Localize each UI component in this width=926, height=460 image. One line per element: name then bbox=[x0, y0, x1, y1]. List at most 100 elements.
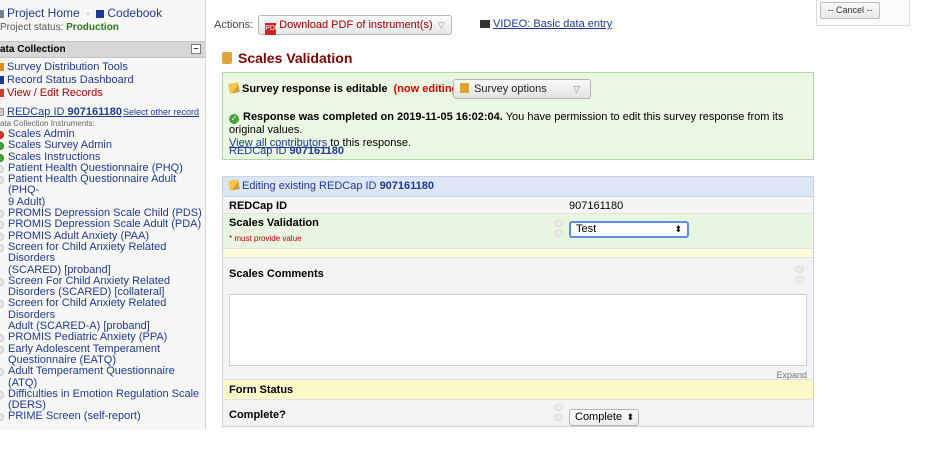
field-comment-icons[interactable] bbox=[554, 220, 564, 240]
instrument-label: Early Adolescent Temperament bbox=[8, 342, 161, 355]
instrument-item[interactable]: Screen for Child Anxiety Related Disorde… bbox=[0, 240, 205, 265]
codebook-link[interactable]: Codebook bbox=[107, 6, 162, 20]
complete-status-select[interactable]: Complete ⬍ bbox=[569, 409, 639, 426]
select-arrow-icon: ⬍ bbox=[626, 412, 634, 422]
video-basic-data-entry-link[interactable]: VIDEO: Basic data entry bbox=[480, 18, 612, 30]
instrument-label: PROMIS Depression Scale Child (PDS) bbox=[8, 207, 202, 220]
record-selector: REDCap ID 907161180 Select other record bbox=[0, 106, 205, 118]
project-status-label: Project status: bbox=[0, 22, 64, 33]
actions-bar: Actions: PDFDownload PDF of instrument(s… bbox=[214, 15, 452, 35]
status-circle-icon[interactable] bbox=[0, 176, 4, 185]
status-circle-icon[interactable] bbox=[0, 390, 4, 399]
instrument-label: Screen For Child Anxiety Related bbox=[8, 274, 171, 287]
instrument-label: (SCARED) [proband] bbox=[8, 263, 111, 276]
status-circle-icon[interactable] bbox=[0, 131, 4, 139]
status-circle-icon[interactable] bbox=[0, 232, 4, 241]
spacer-row bbox=[223, 249, 813, 258]
section-title: ata Collection bbox=[0, 44, 66, 55]
instrument-item[interactable]: Screen for Child Anxiety Related Disorde… bbox=[0, 298, 205, 321]
status-circle-icon[interactable] bbox=[0, 345, 4, 354]
status-circle-icon[interactable] bbox=[0, 368, 4, 377]
instrument-label: Patient Health Questionnaire (PHQ) bbox=[8, 161, 183, 174]
survey-response-panel: Survey response is editable (now editing)… bbox=[222, 72, 814, 160]
panel-record-prefix: REDCap ID bbox=[229, 145, 290, 157]
record-id-label: REDCap ID bbox=[229, 200, 288, 212]
instrument-label: Scales Admin bbox=[8, 128, 75, 140]
survey-icon bbox=[460, 83, 469, 93]
survey-options-button[interactable]: Survey options ▽ bbox=[453, 79, 591, 99]
nav-separator: · bbox=[86, 6, 91, 20]
sidebar-item-view-edit-records[interactable]: View / Edit Records bbox=[0, 87, 205, 100]
status-circle-icon[interactable] bbox=[0, 164, 4, 173]
project-status-value: Production bbox=[66, 22, 119, 33]
instrument-label: PROMIS Adult Anxiety (PAA) bbox=[8, 229, 150, 242]
scales-validation-select[interactable]: Test ⬍ bbox=[569, 221, 689, 238]
comment-icon[interactable] bbox=[554, 230, 563, 237]
comment-icon[interactable] bbox=[554, 414, 563, 421]
instrument-item[interactable]: PRIME Screen (self-report) bbox=[0, 411, 205, 422]
scales-validation-row: Scales Validation * must provide value T… bbox=[223, 214, 813, 249]
check-icon: ✓ bbox=[229, 114, 239, 124]
field-comment-icons[interactable] bbox=[554, 404, 564, 424]
project-status: Project status: Production bbox=[0, 22, 205, 33]
status-circle-icon[interactable] bbox=[0, 221, 4, 230]
form-status-label: Form Status bbox=[229, 384, 294, 396]
sidebar-nav-links: Project Home · Codebook bbox=[0, 6, 205, 20]
status-circle-icon[interactable] bbox=[0, 243, 4, 252]
record-id-link[interactable]: REDCap ID 907161180 bbox=[7, 106, 122, 118]
instrument-label: Screen for Child Anxiety Related Disorde… bbox=[8, 240, 167, 265]
actions-label: Actions: bbox=[214, 18, 254, 31]
sidebar: Project Home · Codebook Project status: … bbox=[0, 0, 206, 430]
editing-prefix: Editing existing REDCap ID bbox=[242, 180, 380, 192]
instrument-item[interactable]: Adult Temperament Questionnaire (ATQ) bbox=[0, 366, 205, 389]
completion-date-text: Response was completed on 2019-11-05 16:… bbox=[243, 111, 503, 123]
editable-text: Survey response is editable bbox=[242, 83, 388, 95]
panel-record-id: REDCap ID 907161180 bbox=[229, 145, 344, 157]
scales-comments-textarea[interactable] bbox=[229, 294, 807, 366]
status-circle-icon[interactable] bbox=[0, 277, 4, 286]
download-pdf-button[interactable]: PDFDownload PDF of instrument(s) ▽ bbox=[258, 15, 452, 35]
dashboard-icon bbox=[0, 76, 4, 84]
status-circle-icon[interactable] bbox=[0, 413, 4, 422]
form-icon bbox=[222, 52, 232, 64]
cancel-button[interactable]: -- Cancel -- bbox=[820, 2, 880, 19]
expand-link[interactable]: Expand bbox=[776, 370, 807, 380]
data-collection-section-header[interactable]: ata Collection – bbox=[0, 41, 205, 58]
status-circle-icon[interactable] bbox=[0, 300, 4, 309]
scales-comments-label: Scales Comments bbox=[229, 268, 324, 280]
field-comment-icons[interactable] bbox=[795, 266, 805, 286]
page-title: Scales Validation bbox=[222, 50, 352, 66]
required-note: * must provide value bbox=[229, 234, 302, 243]
status-circle-icon[interactable] bbox=[0, 153, 4, 162]
pdf-icon: PDF bbox=[265, 23, 279, 35]
history-icon[interactable] bbox=[795, 266, 804, 273]
comment-icon[interactable] bbox=[795, 276, 804, 283]
status-circle-icon[interactable] bbox=[0, 142, 4, 151]
record-id-row: REDCap ID 907161180 bbox=[223, 197, 813, 214]
scales-validation-selected: Test bbox=[576, 223, 597, 235]
chevron-down-icon: ▽ bbox=[573, 84, 580, 94]
project-home-link[interactable]: Project Home bbox=[7, 6, 80, 20]
edit-records-icon bbox=[0, 89, 4, 97]
select-other-record-link[interactable]: Select other record bbox=[123, 107, 199, 117]
sidebar-item-survey-distribution-tools[interactable]: Survey Distribution Tools bbox=[0, 61, 205, 74]
history-icon[interactable] bbox=[554, 404, 563, 411]
instrument-label: PROMIS Pediatric Anxiety (PPA) bbox=[8, 331, 168, 344]
sidebar-item-record-status-dashboard[interactable]: Record Status Dashboard bbox=[0, 74, 205, 87]
status-circle-icon[interactable] bbox=[0, 210, 4, 219]
chevron-down-icon: ▽ bbox=[437, 20, 445, 30]
collapse-icon[interactable]: – bbox=[191, 44, 201, 54]
sidebar-item-label: Record Status Dashboard bbox=[7, 74, 134, 86]
share-icon bbox=[0, 63, 4, 71]
panel-record-value: 907161180 bbox=[289, 145, 344, 157]
instrument-label: Adult (SCARED-A) [proband] bbox=[8, 320, 150, 333]
data-entry-form: Editing existing REDCap ID 907161180 RED… bbox=[222, 176, 814, 427]
page-title-text: Scales Validation bbox=[238, 50, 353, 66]
instrument-label: PROMIS Depression Scale Adult (PDA) bbox=[8, 218, 202, 231]
instrument-label: Patient Health Questionnaire Adult (PHQ- bbox=[8, 173, 177, 197]
history-icon[interactable] bbox=[554, 220, 563, 227]
instrument-item[interactable]: Patient Health Questionnaire Adult (PHQ- bbox=[0, 173, 205, 197]
status-circle-icon[interactable] bbox=[0, 334, 4, 343]
complete-status-selected: Complete bbox=[575, 411, 623, 423]
record-id-value: 907161180 bbox=[569, 200, 624, 212]
